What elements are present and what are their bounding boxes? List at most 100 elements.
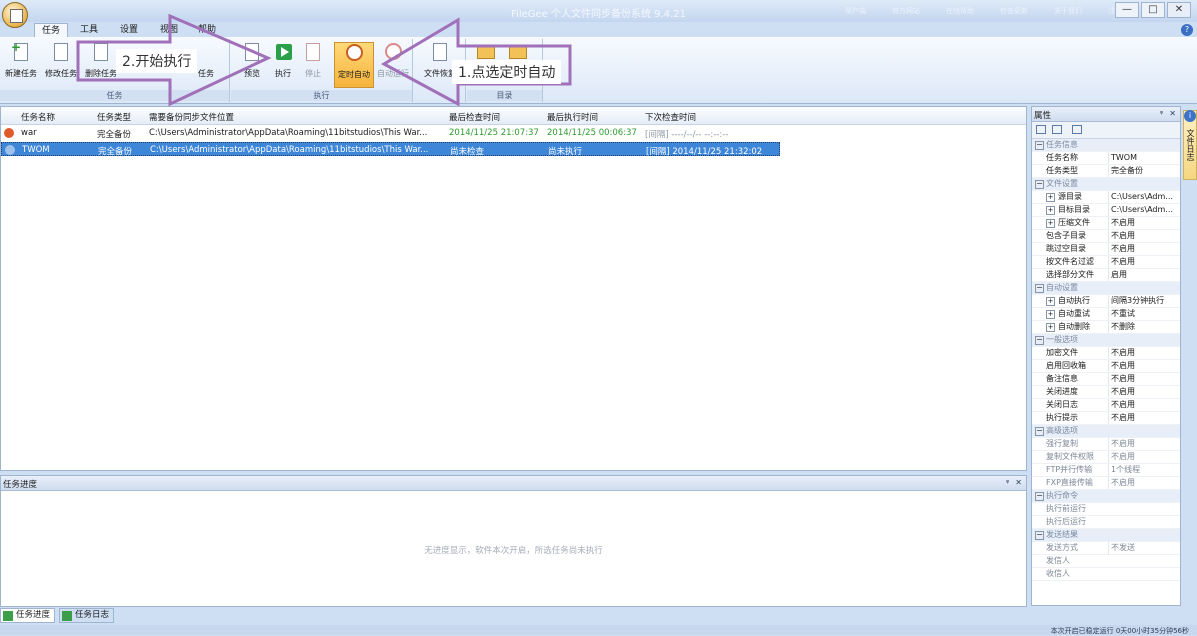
property-row[interactable]: 任务类型 完全备份	[1032, 165, 1180, 178]
property-row[interactable]: 执行提示 不启用	[1032, 412, 1180, 425]
app-menu-button[interactable]	[2, 2, 28, 28]
expand-icon[interactable]: +	[1046, 310, 1055, 319]
preview-button[interactable]: 预览	[235, 42, 269, 88]
tab-task-progress[interactable]: 任务进度	[0, 608, 56, 623]
properties-title: 属性	[1034, 111, 1052, 121]
expand-icon[interactable]: +	[1046, 297, 1055, 306]
property-row[interactable]: FTP并行传输 1个线程	[1032, 464, 1180, 477]
stop-button[interactable]: 停止	[299, 42, 327, 88]
column-header[interactable]: 任务名称	[21, 111, 55, 123]
property-category[interactable]: − 发送结果	[1032, 529, 1180, 542]
property-row[interactable]: 执行后运行	[1032, 516, 1180, 529]
expand-icon[interactable]: +	[1046, 323, 1055, 332]
expand-icon[interactable]: +	[1046, 206, 1055, 215]
property-row[interactable]: 选择部分文件 启用	[1032, 269, 1180, 282]
property-value: 不启用	[1108, 373, 1180, 385]
maximize-button[interactable]: □	[1141, 2, 1165, 18]
property-row[interactable]: 强行复制 不启用	[1032, 438, 1180, 451]
property-row[interactable]: 跳过空目录 不启用	[1032, 243, 1180, 256]
execute-button[interactable]: 执行	[269, 42, 297, 88]
property-row[interactable]: 包含子目录 不启用	[1032, 230, 1180, 243]
tab-task-log[interactable]: 任务日志	[59, 608, 115, 623]
table-row[interactable]: war 完全备份 C:\Users\Administrator\AppData\…	[1, 126, 780, 140]
auto-run-button[interactable]: 自动运行	[375, 42, 411, 88]
property-row[interactable]: 关闭日志 不启用	[1032, 399, 1180, 412]
property-value: 不启用	[1108, 399, 1180, 411]
property-row[interactable]: + 自动执行 间隔3分钟执行	[1032, 295, 1180, 308]
property-page-icon[interactable]	[1072, 125, 1082, 134]
title-link[interactable]: 在线帮助	[946, 6, 974, 16]
tab-settings[interactable]: 设置	[112, 23, 146, 37]
info-icon[interactable]: i	[1184, 110, 1196, 122]
property-row[interactable]: 关闭进度 不启用	[1032, 386, 1180, 399]
title-link[interactable]: 帮户端	[845, 6, 866, 16]
property-row[interactable]: 备注信息 不启用	[1032, 373, 1180, 386]
property-row[interactable]: 启用回收箱 不启用	[1032, 360, 1180, 373]
empty-progress-message: 无进度显示，软件本次开启，所选任务尚未执行	[424, 546, 603, 556]
close-icon[interactable]: ✕	[1015, 478, 1022, 487]
pin-icon[interactable]: ᵠ	[1160, 109, 1163, 118]
expand-icon[interactable]: +	[1046, 193, 1055, 202]
close-icon[interactable]: ✕	[1169, 109, 1176, 118]
expand-icon[interactable]: +	[1046, 219, 1055, 228]
column-header[interactable]: 需要备份同步文件位置	[149, 111, 234, 123]
property-row[interactable]: 执行前运行	[1032, 503, 1180, 516]
collapse-icon[interactable]: −	[1035, 492, 1044, 501]
column-header[interactable]: 最后检查时间	[449, 111, 500, 123]
property-row[interactable]: 任务名称 TWOM	[1032, 152, 1180, 165]
categorized-icon[interactable]	[1036, 125, 1046, 134]
edit-task-button[interactable]: 修改任务	[42, 42, 80, 88]
tab-task[interactable]: 任务	[34, 23, 68, 37]
property-category[interactable]: − 高级选项	[1032, 425, 1180, 438]
tab-label: 任务日志	[75, 610, 110, 620]
property-row[interactable]: 发送方式 不发送	[1032, 542, 1180, 555]
property-category[interactable]: − 一般选项	[1032, 334, 1180, 347]
close-button[interactable]: ✕	[1167, 2, 1191, 18]
collapse-icon[interactable]: −	[1035, 531, 1044, 540]
property-row[interactable]: + 压缩文件 不启用	[1032, 217, 1180, 230]
property-row[interactable]: 加密文件 不启用	[1032, 347, 1180, 360]
delete-task-button[interactable]: 删除任务	[82, 42, 120, 88]
table-row[interactable]: TWOM 完全备份 C:\Users\Administrator\AppData…	[1, 142, 780, 157]
help-icon[interactable]: ?	[1181, 24, 1193, 36]
property-row[interactable]: + 源目录 C:\Users\Adm...	[1032, 191, 1180, 204]
title-link[interactable]: 关于我们	[1054, 6, 1082, 16]
property-key: 文件设置	[1046, 179, 1078, 188]
property-row[interactable]: FXP直接传输 不启用	[1032, 477, 1180, 490]
minimize-button[interactable]: —	[1115, 2, 1139, 18]
property-category[interactable]: − 任务信息	[1032, 139, 1180, 152]
column-header[interactable]: 下次检查时间	[645, 111, 696, 123]
collapse-icon[interactable]: −	[1035, 427, 1044, 436]
property-key: 发送方式	[1046, 543, 1078, 552]
property-row[interactable]: + 目标目录 C:\Users\Adm...	[1032, 204, 1180, 217]
property-row[interactable]: 复制文件权限 不启用	[1032, 451, 1180, 464]
property-row[interactable]: + 自动删除 不删除	[1032, 321, 1180, 334]
title-link[interactable]: 官方网站	[892, 6, 920, 16]
property-category[interactable]: − 执行命令	[1032, 490, 1180, 503]
tab-view[interactable]: 视图	[152, 23, 186, 37]
tab-tools[interactable]: 工具	[72, 23, 106, 37]
property-category[interactable]: − 文件设置	[1032, 178, 1180, 191]
task-type: 完全备份	[98, 147, 133, 157]
collapse-icon[interactable]: −	[1035, 336, 1044, 345]
sort-icon[interactable]	[1052, 125, 1062, 134]
property-row[interactable]: 发信人	[1032, 555, 1180, 568]
property-category[interactable]: − 自动设置	[1032, 282, 1180, 295]
collapse-icon[interactable]: −	[1035, 180, 1044, 189]
column-header[interactable]: 最后执行时间	[547, 111, 598, 123]
tab-help[interactable]: 帮助	[190, 23, 224, 37]
column-header[interactable]: 任务类型	[97, 111, 131, 123]
property-row[interactable]: 按文件名过滤 不启用	[1032, 256, 1180, 269]
property-row[interactable]: + 自动重试 不重试	[1032, 308, 1180, 321]
scheduled-auto-button[interactable]: 定时自动	[334, 42, 374, 88]
file-restore-icon	[433, 43, 447, 61]
property-key: 选择部分文件	[1046, 270, 1094, 279]
title-link[interactable]: 检查更新	[1000, 6, 1028, 16]
collapse-icon[interactable]: −	[1035, 141, 1044, 150]
collapse-icon[interactable]: −	[1035, 284, 1044, 293]
pin-icon[interactable]: ᵠ	[1006, 478, 1009, 487]
properties-header: 属性 ᵠ ✕	[1032, 107, 1180, 122]
property-row[interactable]: 收信人	[1032, 568, 1180, 581]
property-value: 间隔3分钟执行	[1108, 295, 1180, 307]
new-task-button[interactable]: + 新建任务	[2, 41, 40, 88]
